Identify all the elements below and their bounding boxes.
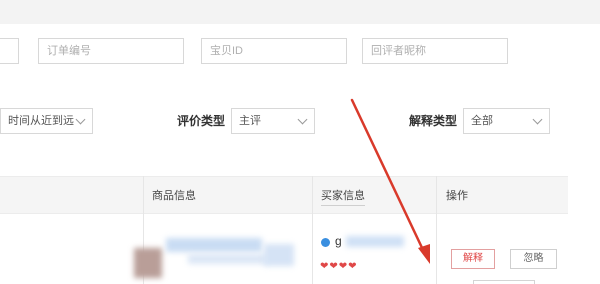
annotation-arrow xyxy=(350,98,430,264)
